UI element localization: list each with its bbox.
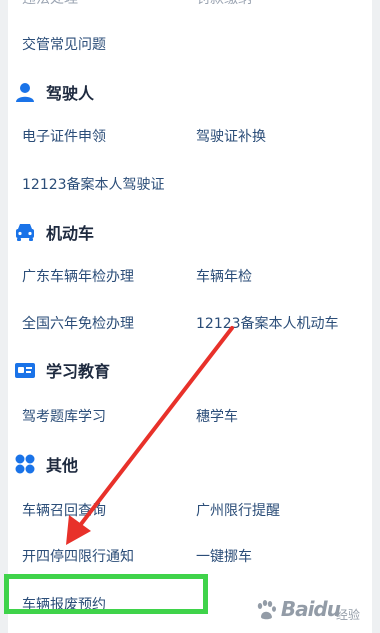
watermark-brand: Baidu (280, 597, 341, 621)
baidu-watermark: Baidu 经验 (255, 597, 360, 622)
annotation-arrow (66, 326, 234, 545)
watermark-sub: 经验 (335, 608, 360, 622)
paw-icon (257, 600, 276, 620)
